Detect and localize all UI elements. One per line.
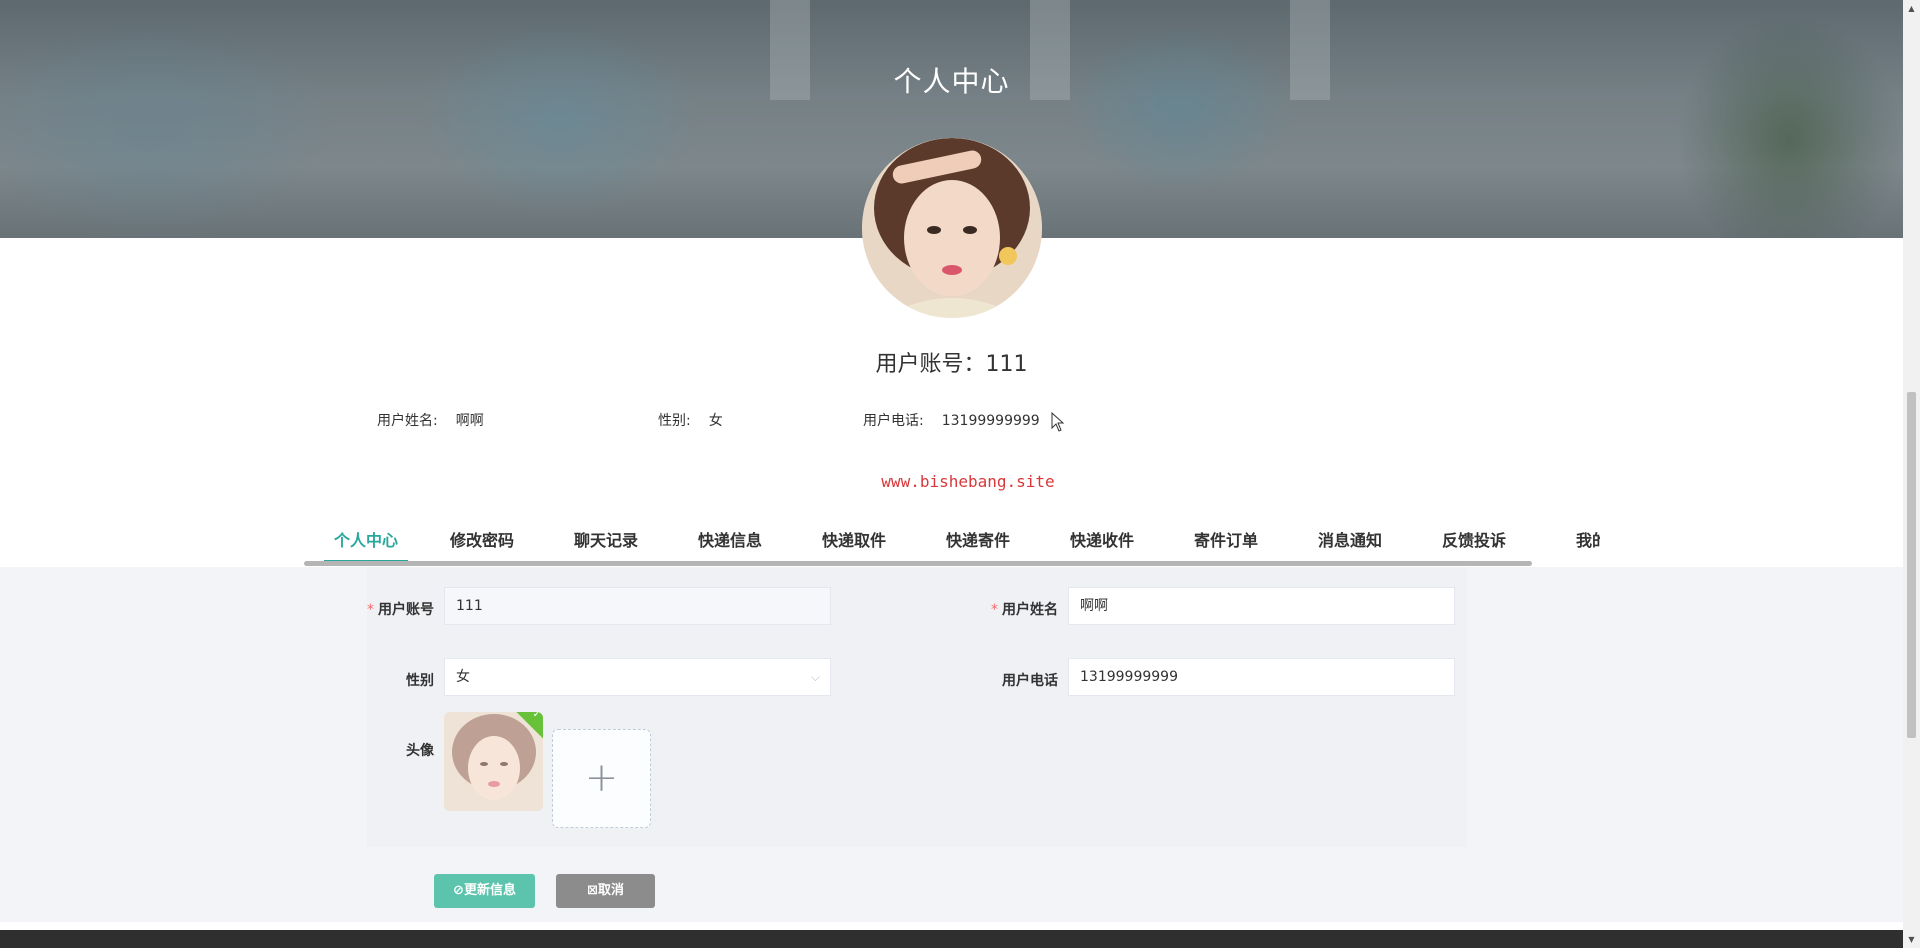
tab-mine[interactable]: 我的 [1576,522,1600,560]
phone-field-label: 用户电话 [1002,673,1058,689]
account-field-label-text: 用户账号 [378,602,434,618]
name-field-label-text: 用户姓名 [1002,602,1058,618]
tab-express-pickup[interactable]: 快递取件 [822,522,886,560]
account-display: 用户账号：111 [0,346,1903,378]
avatar-field-label: 头像 [406,743,434,759]
info-name-value: 啊啊 [455,413,484,429]
tab-chat-records[interactable]: 聊天记录 [574,522,638,560]
tab-express-receive[interactable]: 快递收件 [1070,522,1134,560]
profile-form: * 用户账号 111 * 用户姓名 啊啊 性别 女 ⌵ 用户电话 131999999… [0,567,1903,922]
site-watermark: www.bishebang.site [881,472,1055,491]
page-title: 个人中心 [893,65,1010,98]
profile-tabs: 个人中心 修改密码 聊天记录 快递信息 快递取件 快递寄件 快递收件 寄件订单 … [304,522,1600,566]
tab-express-info[interactable]: 快递信息 [698,522,762,560]
tab-send-orders[interactable]: 寄件订单 [1194,522,1258,560]
name-input[interactable]: 啊啊 [1068,587,1455,625]
required-mark: * [367,602,374,618]
check-icon: ✓ [532,712,541,721]
tab-notifications[interactable]: 消息通知 [1318,522,1382,560]
info-phone: 用户电话: 13199999999 [863,410,1040,430]
info-gender-label: 性别: [658,413,691,429]
update-info-button[interactable]: ⊘更新信息 [434,874,535,908]
gender-select-value: 女 [456,669,470,685]
info-gender: 性别: 女 [658,410,723,430]
gender-field-label: 性别 [406,673,434,689]
tab-express-send[interactable]: 快递寄件 [946,522,1010,560]
info-name-label: 用户姓名: [377,413,438,429]
gender-select[interactable]: 女 ⌵ [444,658,831,696]
account-field-label: * 用户账号 [360,599,434,619]
info-gender-value: 女 [708,413,723,429]
info-phone-value: 13199999999 [941,413,1040,429]
upload-add-button[interactable]: + [552,729,651,828]
info-name: 用户姓名: 啊啊 [377,410,484,430]
account-label: 用户账号： [875,352,986,377]
cancel-button[interactable]: ⊠取消 [556,874,655,908]
tab-change-password[interactable]: 修改密码 [450,522,514,560]
page-scrollbar[interactable]: ▲ ▼ [1903,0,1920,948]
phone-input[interactable]: 13199999999 [1068,658,1455,696]
name-field-label: * 用户姓名 [984,599,1058,619]
profile-info-row: 用户姓名: 啊啊 性别: 女 用户电话: 13199999999 [0,410,1903,430]
chevron-down-icon: ⌵ [810,670,820,684]
account-input[interactable]: 111 [444,587,831,625]
update-info-label: 更新信息 [463,883,516,898]
account-value: 111 [985,352,1028,377]
scrollbar-thumb[interactable] [1907,392,1916,738]
mouse-cursor-icon [1051,411,1065,436]
check-circle-icon: ⊘ [453,883,464,898]
scroll-up-icon[interactable]: ▲ [1903,0,1920,17]
info-phone-label: 用户电话: [863,413,924,429]
scroll-down-icon[interactable]: ▼ [1903,931,1920,948]
uploaded-avatar-thumbnail[interactable]: ✓ [444,712,543,811]
profile-avatar [862,138,1042,318]
cancel-label: 取消 [597,883,624,898]
tab-feedback[interactable]: 反馈投诉 [1442,522,1506,560]
close-square-icon: ⊠ [587,883,598,898]
tabs-scrollbar[interactable] [304,561,1532,566]
required-mark: * [991,602,998,618]
tab-personal-center[interactable]: 个人中心 [324,522,408,563]
footer-bar [0,930,1903,948]
